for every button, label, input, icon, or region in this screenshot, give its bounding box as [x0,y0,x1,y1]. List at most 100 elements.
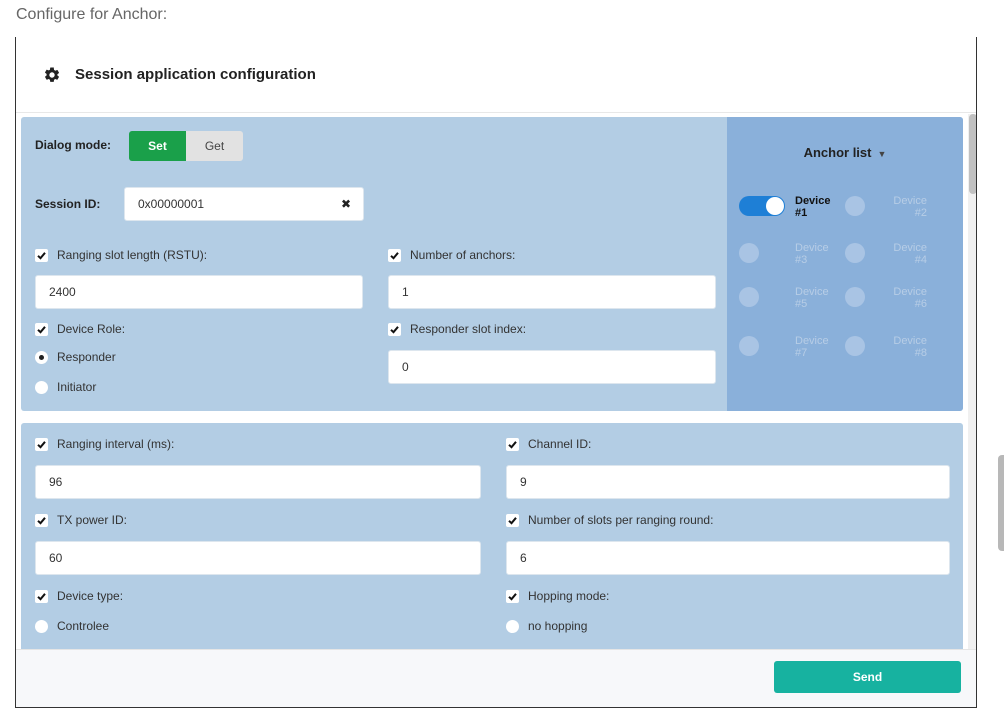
device-6-toggle[interactable] [845,287,865,307]
hopping-none-label: no hopping [528,619,588,633]
device-1-label: Device #1 [795,195,831,219]
anchor-list-panel: Anchor list ▼ Device #1 Device #2 Device #3 … [727,117,963,411]
slots-per-round-input[interactable]: 6 [506,541,950,575]
dialog-header: Session application configuration [16,37,976,113]
ranging-interval-value: 96 [49,475,63,489]
ranging-panel: Ranging interval (ms): 96 Channel ID: 9 … [21,423,963,649]
session-config-dialog: Session application configuration Dialog… [15,37,977,708]
send-button[interactable]: Send [774,661,961,693]
device-5-label: Device #5 [795,286,829,310]
device-3-toggle[interactable] [739,243,759,263]
anchor-device-1[interactable]: Device #1 [727,190,833,224]
ranging-interval-label: Ranging interval (ms): [57,437,175,451]
device-role-label: Device Role: [57,322,126,336]
anchor-device-2[interactable]: Device #2 [833,190,939,224]
anchor-device-6[interactable]: Device #6 [833,281,939,315]
ranging-slot-label: Ranging slot length (RSTU): [57,248,208,262]
page-caption: Configure for Anchor: [16,6,168,23]
anchor-device-5[interactable]: Device #5 [727,281,833,315]
device-type-checkbox[interactable]: Device type: [35,589,123,603]
anchor-device-4[interactable]: Device #4 [833,237,939,271]
mode-get-button[interactable]: Get [186,131,243,161]
responder-slot-checkbox[interactable]: Responder slot index: [388,322,526,336]
role-responder-radio[interactable]: Responder [35,350,116,364]
device-8-toggle[interactable] [845,336,865,356]
tx-power-label: TX power ID: [57,513,128,527]
hopping-mode-label: Hopping mode: [528,589,610,603]
device-2-label: Device #2 [893,195,927,219]
number-anchors-value: 1 [402,285,409,299]
tx-power-checkbox[interactable]: TX power ID: [35,513,127,527]
role-initiator-label: Initiator [57,380,97,394]
checkbox-checked-icon [35,589,48,603]
gear-icon [43,66,61,84]
session-panel: Dialog mode: Set Get Session ID: 0x00000… [21,117,963,411]
side-drawer-handle[interactable] [998,455,1004,551]
dialog-scrollbar[interactable] [968,114,976,649]
dialog-mode-toggle: Set Get [129,131,243,161]
dialog-mode-label: Dialog mode: [35,138,112,152]
responder-slot-label: Responder slot index: [410,322,527,336]
ranging-interval-checkbox[interactable]: Ranging interval (ms): [35,437,174,451]
device-type-controlee-label: Controlee [57,619,110,633]
device-7-toggle[interactable] [739,336,759,356]
tx-power-value: 60 [49,551,63,565]
dialog-title: Session application configuration [75,66,316,83]
tx-power-input[interactable]: 60 [35,541,481,575]
device-8-label: Device #8 [893,335,927,359]
checkbox-checked-icon [506,589,519,603]
number-anchors-checkbox[interactable]: Number of anchors: [388,248,515,262]
device-2-toggle[interactable] [845,196,865,216]
checkbox-checked-icon [506,513,519,527]
ranging-interval-input[interactable]: 96 [35,465,481,499]
anchor-device-7[interactable]: Device #7 [727,330,833,364]
mode-set-button[interactable]: Set [129,131,186,161]
clear-icon[interactable]: ✖ [341,197,351,211]
session-id-label: Session ID: [35,197,101,211]
slots-per-round-label: Number of slots per ranging round: [528,513,714,527]
channel-id-input[interactable]: 9 [506,465,950,499]
anchor-device-3[interactable]: Device #3 [727,237,833,271]
channel-id-checkbox[interactable]: Channel ID: [506,437,591,451]
device-1-toggle[interactable] [739,196,785,216]
device-type-label: Device type: [57,589,124,603]
checkbox-checked-icon [35,322,48,336]
radio-empty-icon [506,619,519,633]
dialog-footer: Send [16,649,976,707]
dialog-body: Dialog mode: Set Get Session ID: 0x00000… [16,114,976,649]
number-anchors-input[interactable]: 1 [388,275,716,309]
hopping-mode-checkbox[interactable]: Hopping mode: [506,589,609,603]
checkbox-checked-icon [388,322,401,336]
session-id-value: 0x00000001 [138,197,205,211]
chevron-down-icon: ▼ [877,149,887,159]
responder-slot-input[interactable]: 0 [388,350,716,384]
radio-empty-icon [35,380,48,394]
anchor-list-dropdown[interactable]: Anchor list ▼ [727,145,963,160]
device-role-checkbox[interactable]: Device Role: [35,322,125,336]
role-initiator-radio[interactable]: Initiator [35,380,96,394]
checkbox-checked-icon [506,437,519,451]
channel-id-value: 9 [520,475,527,489]
checkbox-checked-icon [35,248,48,262]
ranging-slot-input[interactable]: 2400 [35,275,363,309]
checkbox-checked-icon [388,248,401,262]
session-id-input[interactable]: 0x00000001 ✖ [124,187,364,221]
device-5-toggle[interactable] [739,287,759,307]
ranging-slot-checkbox[interactable]: Ranging slot length (RSTU): [35,248,207,262]
ranging-slot-value: 2400 [49,285,76,299]
slots-per-round-checkbox[interactable]: Number of slots per ranging round: [506,513,713,527]
channel-id-label: Channel ID: [528,437,592,451]
device-4-toggle[interactable] [845,243,865,263]
radio-empty-icon [35,619,48,633]
radio-selected-icon [35,350,48,364]
scrollbar-thumb[interactable] [969,114,976,194]
responder-slot-value: 0 [402,360,409,374]
slots-per-round-value: 6 [520,551,527,565]
role-responder-label: Responder [57,350,116,364]
device-7-label: Device #7 [795,335,829,359]
device-3-label: Device #3 [795,242,829,266]
device-4-label: Device #4 [893,242,927,266]
device-type-controlee-radio[interactable]: Controlee [35,619,109,633]
anchor-device-8[interactable]: Device #8 [833,330,939,364]
hopping-none-radio[interactable]: no hopping [506,619,587,633]
